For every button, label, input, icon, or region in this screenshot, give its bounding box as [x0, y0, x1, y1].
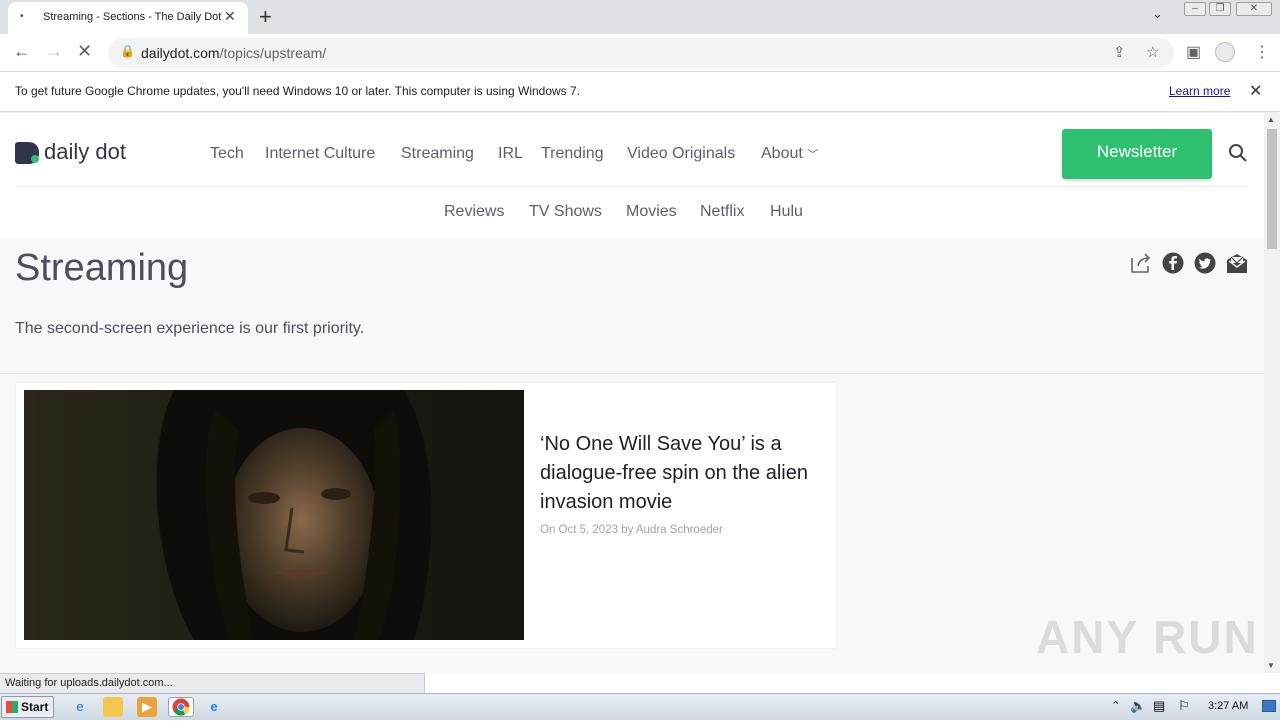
tab-title: Streaming - Sections - The Daily Dot [43, 11, 222, 23]
subnav-tv-shows[interactable]: TV Shows [529, 203, 602, 221]
tab-search-chevron-icon[interactable]: ⌄ [1152, 6, 1163, 22]
share-icon[interactable]: ⇪ [1113, 43, 1126, 61]
article-thumbnail[interactable] [24, 390, 524, 640]
nav-about-label: About [761, 145, 803, 162]
facebook-icon[interactable] [1162, 252, 1184, 274]
start-button[interactable]: Start [1, 696, 54, 718]
restore-button[interactable]: ❐ [1209, 2, 1231, 16]
article-image-woman [24, 390, 524, 640]
nav-divider [15, 186, 1248, 187]
infobar-message: To get future Google Chrome updates, you… [15, 84, 581, 98]
tab-strip: • Streaming - Sections - The Daily Dot ✕… [0, 0, 1280, 34]
start-label: Start [21, 700, 49, 714]
newsletter-button[interactable]: Newsletter [1062, 129, 1212, 179]
status-bubble: Waiting for uploads.dailydot.com... [0, 673, 425, 693]
back-icon[interactable]: ← [13, 41, 31, 62]
share-icon[interactable] [1130, 252, 1152, 274]
chevron-down-icon: ﹀ [807, 149, 819, 161]
nav-about[interactable]: About ﹀ [761, 145, 818, 163]
lock-icon[interactable]: 🔒 [120, 44, 135, 58]
feature-article-card[interactable]: ‘No One Will Save You’ is a dialogue-fre… [16, 383, 836, 648]
scroll-down-icon[interactable]: ▼ [1267, 661, 1275, 670]
twitter-icon[interactable] [1194, 252, 1216, 274]
nav-video-originals[interactable]: Video Originals [627, 145, 735, 163]
nav-irl[interactable]: IRL [498, 145, 523, 163]
scroll-up-icon[interactable]: ▲ [1267, 115, 1275, 124]
search-icon[interactable] [1228, 143, 1248, 163]
update-infobar: To get future Google Chrome updates, you… [0, 72, 1280, 112]
watermark: ANY RUN [1036, 611, 1259, 663]
url-domain: dailydot.com [141, 45, 220, 61]
chrome-logo-icon [172, 698, 190, 716]
page-title: Streaming [15, 247, 189, 289]
new-tab-button[interactable]: + [259, 4, 272, 30]
media-player-icon[interactable]: ▶ [137, 697, 157, 717]
page-scrollbar[interactable]: ▲ ▼ [1264, 113, 1280, 673]
nav-tech[interactable]: Tech [210, 145, 244, 163]
network-icon[interactable]: ▤ [1153, 698, 1165, 714]
chrome-taskbar-icon[interactable] [168, 697, 194, 717]
tray-expand-icon[interactable]: ⌃ [1111, 699, 1120, 712]
windows-logo-icon [6, 701, 18, 713]
subnav-reviews[interactable]: Reviews [444, 203, 504, 221]
minimize-button[interactable]: – [1184, 2, 1206, 16]
scrollbar-thumb[interactable] [1267, 129, 1277, 249]
action-center-flag-icon[interactable]: ⚐ [1178, 698, 1190, 714]
close-infobar-icon[interactable]: ✕ [1249, 81, 1262, 101]
close-window-button[interactable]: ✕ [1236, 2, 1272, 16]
address-bar[interactable]: 🔒 dailydot.com/topics/upstream/ ⇪ ☆ [108, 38, 1174, 68]
section-divider [0, 373, 1264, 374]
bookmark-star-icon[interactable]: ☆ [1146, 43, 1159, 61]
nav-internet-culture[interactable]: Internet Culture [265, 145, 375, 163]
subnav-netflix[interactable]: Netflix [700, 203, 744, 221]
site-header: daily dot Tech Internet Culture Streamin… [0, 113, 1264, 239]
forward-icon[interactable]: → [45, 41, 63, 62]
nav-streaming[interactable]: Streaming [401, 145, 474, 163]
logo-text: daily dot [44, 139, 126, 164]
side-panel-icon[interactable]: ▣ [1186, 42, 1201, 62]
show-desktop-icon[interactable] [1262, 700, 1276, 712]
favicon-icon: • [20, 11, 24, 22]
logo-mark-icon [15, 142, 39, 164]
volume-icon[interactable]: 🔈 [1130, 698, 1146, 714]
subnav-hulu[interactable]: Hulu [770, 203, 803, 221]
url-text: dailydot.com/topics/upstream/ [141, 45, 326, 61]
section-description: The second-screen experience is our firs… [15, 320, 365, 337]
article-title-link[interactable]: ‘No One Will Save You’ is a dialogue-fre… [540, 430, 832, 517]
email-icon[interactable] [1226, 252, 1248, 274]
profile-avatar-icon[interactable] [1215, 42, 1235, 62]
learn-more-link[interactable]: Learn more [1169, 84, 1230, 98]
browser-tab[interactable]: • Streaming - Sections - The Daily Dot ✕ [8, 2, 248, 34]
taskbar: Start e ▶ e ⌃ 🔈 ▤ ⚐ 3:27 AM [0, 693, 1280, 720]
browser-toolbar: ← → ✕ 🔒 dailydot.com/topics/upstream/ ⇪ … [0, 34, 1280, 72]
url-path: /topics/upstream/ [219, 45, 327, 61]
file-explorer-icon[interactable] [103, 697, 123, 717]
taskbar-clock[interactable]: 3:27 AM [1208, 700, 1248, 712]
chrome-menu-icon[interactable]: ⋮ [1254, 42, 1270, 62]
subnav-movies[interactable]: Movies [626, 203, 677, 221]
internet-explorer-icon[interactable]: e [70, 697, 90, 717]
edge-icon[interactable]: e [204, 697, 224, 717]
close-tab-icon[interactable]: ✕ [224, 8, 236, 25]
nav-trending[interactable]: Trending [541, 145, 604, 163]
page-viewport: daily dot Tech Internet Culture Streamin… [0, 113, 1264, 673]
stop-loading-icon[interactable]: ✕ [77, 41, 92, 62]
article-meta: On Oct 5, 2023 by Audra Schroeder [540, 524, 723, 536]
